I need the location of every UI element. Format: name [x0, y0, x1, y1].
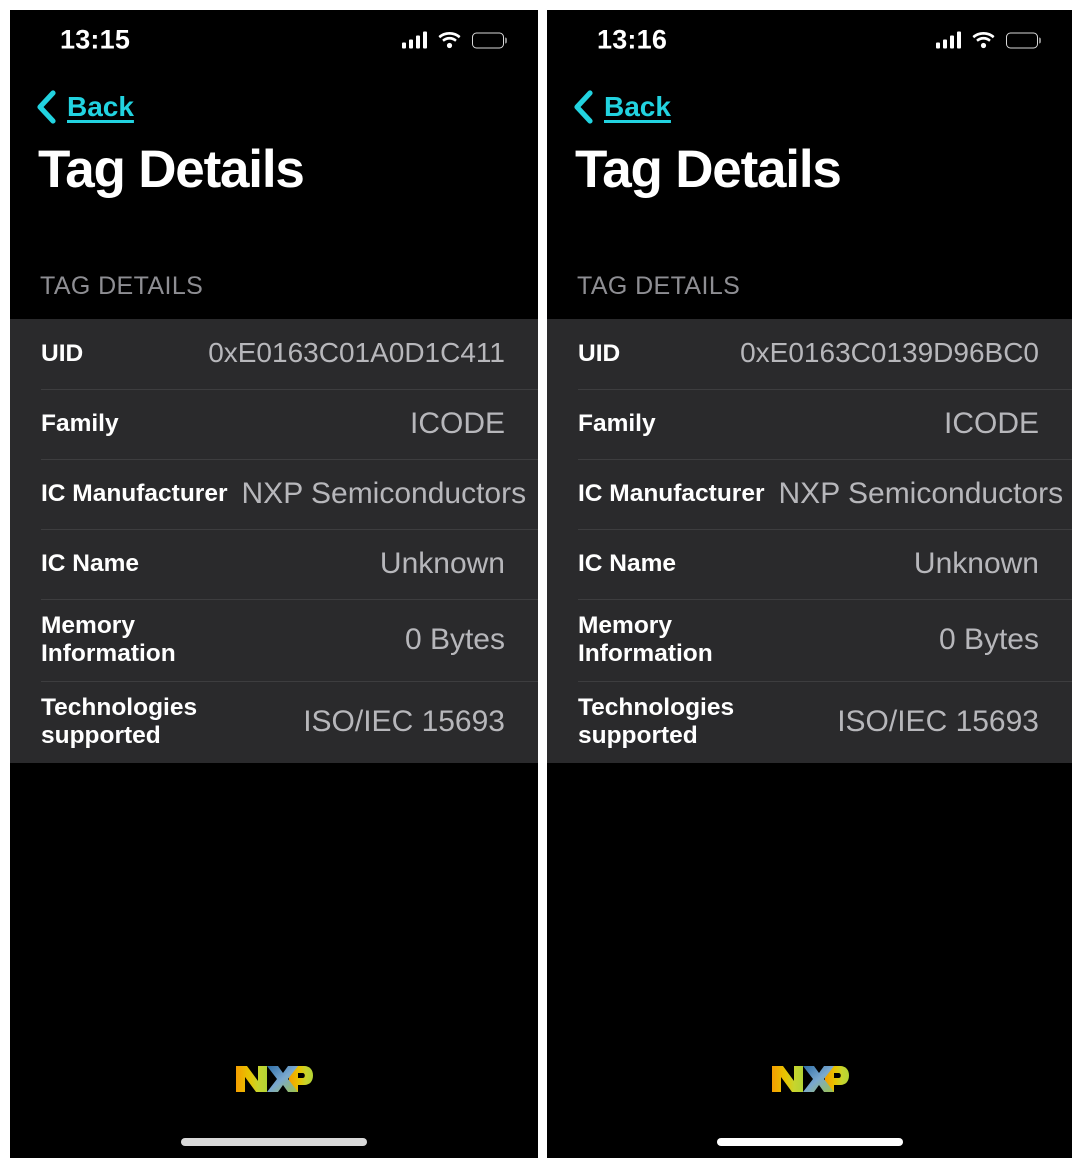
screenshot-stage: 13:15 Back Tag Details TAG DETAILS UID 0…	[0, 0, 1080, 1168]
wifi-icon	[438, 32, 461, 49]
chevron-left-icon	[569, 90, 595, 124]
battery-icon	[1006, 32, 1038, 48]
section-header: TAG DETAILS	[40, 271, 204, 300]
status-bar-indicators	[935, 31, 1038, 49]
row-label: Memory Information	[578, 612, 713, 667]
row-value: 0xE0163C01A0D1C411	[208, 337, 505, 369]
back-button-label: Back	[67, 91, 134, 122]
table-row[interactable]: Family ICODE	[547, 388, 1072, 459]
row-value: ISO/IEC 15693	[303, 705, 505, 739]
row-value: ISO/IEC 15693	[837, 705, 1039, 739]
row-label: IC Manufacturer	[578, 479, 765, 507]
tag-details-table: UID 0xE0163C01A0D1C411 Family ICODE IC M…	[10, 318, 538, 763]
row-value: ICODE	[409, 407, 505, 441]
back-button[interactable]: Back	[32, 90, 134, 124]
navigation-bar: Back	[547, 72, 1072, 126]
row-value: NXP Semiconductors	[778, 477, 1064, 511]
status-bar: 13:15	[10, 10, 538, 72]
row-label: Memory Information	[41, 612, 176, 667]
status-bar: 13:16	[547, 10, 1072, 72]
page-title: Tag Details	[38, 140, 305, 199]
table-row[interactable]: IC Manufacturer NXP Semiconductors	[10, 458, 538, 529]
table-row[interactable]: Technologies supported ISO/IEC 15693	[10, 680, 538, 763]
table-row[interactable]: Technologies supported ISO/IEC 15693	[547, 680, 1072, 763]
row-label: UID	[41, 339, 84, 367]
table-row[interactable]: UID 0xE0163C0139D96BC0	[547, 319, 1072, 389]
status-bar-clock: 13:15	[60, 24, 131, 55]
phone-screenshot-left: 13:15 Back Tag Details TAG DETAILS UID 0…	[10, 10, 538, 1158]
table-row[interactable]: Memory Information 0 Bytes	[10, 598, 538, 681]
row-label: Family	[578, 409, 656, 437]
row-value: 0 Bytes	[938, 623, 1039, 657]
back-button[interactable]: Back	[569, 90, 671, 124]
table-row[interactable]: UID 0xE0163C01A0D1C411	[10, 319, 538, 389]
row-value: 0xE0163C0139D96BC0	[740, 337, 1039, 369]
table-row[interactable]: IC Name Unknown	[10, 528, 538, 599]
navigation-bar: Back	[10, 72, 538, 126]
home-indicator[interactable]	[181, 1138, 367, 1146]
row-label: IC Name	[41, 549, 140, 577]
status-bar-indicators	[401, 31, 504, 49]
footer-logo	[547, 1062, 1072, 1096]
section-header: TAG DETAILS	[577, 271, 741, 300]
footer-logo	[10, 1062, 538, 1096]
row-value: 0 Bytes	[404, 623, 505, 657]
row-value: NXP Semiconductors	[241, 477, 527, 511]
table-row[interactable]: Memory Information 0 Bytes	[547, 598, 1072, 681]
nxp-logo-icon	[234, 1062, 314, 1096]
row-value: Unknown	[913, 547, 1039, 581]
tag-details-table: UID 0xE0163C0139D96BC0 Family ICODE IC M…	[547, 318, 1072, 763]
row-label: IC Name	[578, 549, 677, 577]
row-label: IC Manufacturer	[41, 479, 228, 507]
row-label: Technologies supported	[578, 694, 735, 749]
row-label: Family	[41, 409, 119, 437]
table-row[interactable]: IC Name Unknown	[547, 528, 1072, 599]
status-bar-clock: 13:16	[597, 24, 668, 55]
battery-icon	[472, 32, 504, 48]
wifi-icon	[972, 32, 995, 49]
row-label: UID	[578, 339, 621, 367]
row-value: ICODE	[943, 407, 1039, 441]
page-title: Tag Details	[575, 140, 842, 199]
chevron-left-icon	[32, 90, 58, 124]
home-indicator[interactable]	[716, 1138, 903, 1146]
nxp-logo-icon	[770, 1062, 850, 1096]
phone-screenshot-right: 13:16 Back Tag Details TAG DETAILS UID 0…	[547, 10, 1072, 1158]
row-value: Unknown	[379, 547, 505, 581]
back-button-label: Back	[604, 91, 671, 122]
row-label: Technologies supported	[41, 694, 198, 749]
cellular-bars-icon	[401, 31, 427, 49]
table-row[interactable]: IC Manufacturer NXP Semiconductors	[547, 458, 1072, 529]
cellular-bars-icon	[935, 31, 961, 49]
table-row[interactable]: Family ICODE	[10, 388, 538, 459]
